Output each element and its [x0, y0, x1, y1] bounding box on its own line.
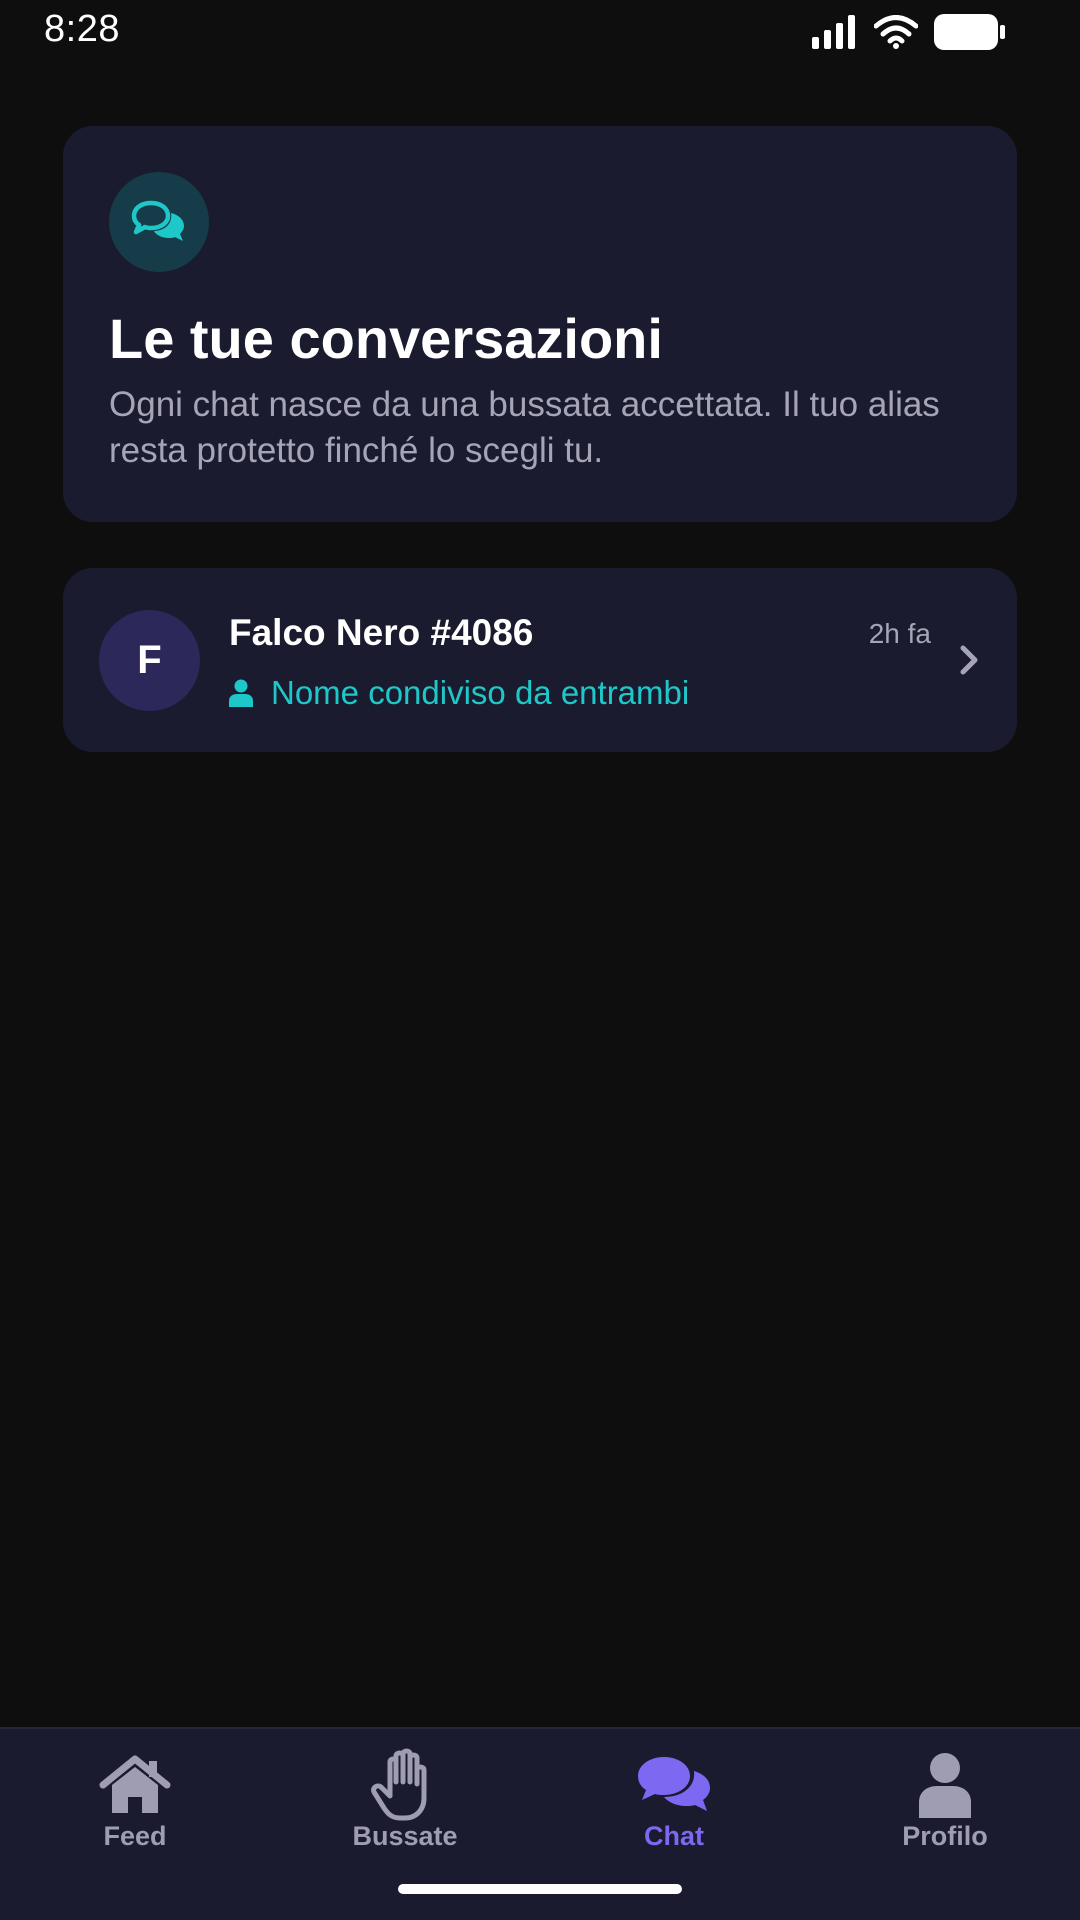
- status-bar: 8:28: [0, 0, 1080, 70]
- status-time: 8:28: [44, 8, 120, 50]
- nav-label-bussate: Bussate: [352, 1821, 458, 1851]
- conversation-time: 2h fa: [868, 618, 931, 649]
- signal-icon: [812, 15, 855, 49]
- home-icon: [95, 1749, 175, 1821]
- nav-item-feed[interactable]: Feed: [35, 1749, 235, 1869]
- avatar: F: [99, 610, 200, 711]
- nav-item-bussate[interactable]: Bussate: [305, 1748, 505, 1869]
- hand-icon: [365, 1748, 445, 1821]
- status-icons: [812, 14, 1006, 50]
- nav-label-profilo: Profilo: [902, 1821, 988, 1851]
- nav-label-feed: Feed: [103, 1821, 167, 1851]
- conversation-status: Nome condiviso da entrambi: [229, 674, 689, 712]
- chat-icon: [634, 1749, 714, 1821]
- conversation-item[interactable]: F Falco Nero #4086 Nome condiviso da ent…: [63, 568, 1017, 752]
- nav-item-chat[interactable]: Chat: [574, 1749, 774, 1869]
- person-icon: [229, 679, 253, 707]
- nav-item-profilo[interactable]: Profilo: [845, 1749, 1045, 1869]
- wifi-icon: [874, 15, 918, 49]
- conversations-header-card: Le tue conversazioni Ogni chat nasce da …: [63, 126, 1017, 522]
- header-icon-circle: [109, 172, 209, 272]
- battery-icon: [934, 14, 1005, 50]
- chat-screen: 8:28 Le tue conversazioni Ogni chat nasc…: [0, 0, 1080, 1920]
- page-subtitle: Ogni chat nasce da una bussata accettata…: [109, 385, 940, 470]
- conversation-status-text: Nome condiviso da entrambi: [271, 674, 690, 711]
- home-indicator[interactable]: [398, 1884, 682, 1894]
- chevron-right-icon: [960, 645, 978, 675]
- nav-label-chat: Chat: [644, 1821, 704, 1851]
- page-title: Le tue conversazioni: [109, 307, 663, 370]
- profile-icon: [905, 1749, 985, 1821]
- conversation-name: Falco Nero #4086: [229, 612, 534, 653]
- chat-bubbles-icon: [131, 200, 184, 241]
